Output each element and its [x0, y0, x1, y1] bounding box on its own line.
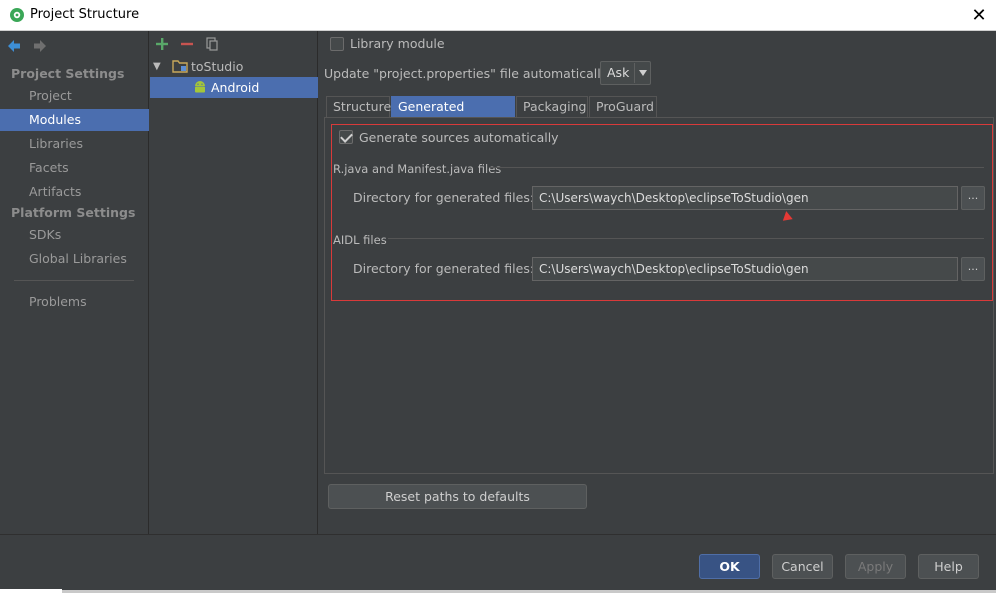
sidebar-item-artifacts[interactable]: Artifacts	[0, 181, 149, 203]
sidebar-item-modules[interactable]: Modules	[0, 109, 149, 131]
sidebar-item-facets[interactable]: Facets	[0, 157, 149, 179]
rjava-group-divider	[490, 167, 984, 168]
generate-sources-checkbox[interactable]	[339, 130, 353, 144]
aidl-dir-field[interactable]: C:\Users\waych\Desktop\eclipseToStudio\g…	[532, 257, 958, 281]
sidebar-divider	[14, 280, 134, 281]
rjava-browse-button[interactable]: ...	[961, 186, 985, 210]
title-bar: Project Structure ✕	[0, 0, 996, 31]
rjava-dir-field[interactable]: C:\Users\waych\Desktop\eclipseToStudio\g…	[532, 186, 958, 210]
apply-button[interactable]: Apply	[845, 554, 906, 579]
footer-divider	[0, 534, 996, 535]
help-button[interactable]: Help	[918, 554, 979, 579]
aidl-dir-label: Directory for generated files:	[353, 261, 535, 276]
tab-proguard[interactable]: ProGuard	[589, 96, 657, 118]
tab-packaging[interactable]: Packaging	[516, 96, 588, 118]
tab-generated-sources[interactable]: Generated Sources	[391, 96, 515, 134]
library-module-checkbox[interactable]	[330, 37, 344, 51]
platform-settings-header: Platform Settings	[11, 205, 136, 220]
tree-node-label: toStudio	[191, 59, 244, 74]
module-tree-panel	[150, 31, 318, 534]
tree-node-label: Android	[211, 80, 260, 95]
remove-icon[interactable]	[179, 36, 195, 52]
generate-sources-label: Generate sources automatically	[359, 130, 559, 145]
sidebar-item-global-libraries[interactable]: Global Libraries	[0, 248, 149, 270]
rjava-dir-label: Directory for generated files:	[353, 190, 535, 205]
tab-structure[interactable]: Structure	[326, 96, 391, 118]
sidebar-item-sdks[interactable]: SDKs	[0, 224, 149, 246]
reset-paths-button[interactable]: Reset paths to defaults	[328, 484, 587, 509]
dropdown-value: Ask	[607, 65, 630, 80]
mouse-pointer-marker	[781, 210, 793, 221]
android-icon	[195, 81, 205, 93]
library-module-label: Library module	[350, 36, 445, 51]
update-properties-dropdown[interactable]: Ask	[600, 61, 651, 85]
aidl-group-title: AIDL files	[333, 233, 387, 247]
ok-button[interactable]: OK	[699, 554, 760, 579]
module-folder-icon	[172, 60, 188, 73]
back-arrow-icon[interactable]	[6, 38, 22, 54]
aidl-group-divider	[388, 238, 984, 239]
add-icon[interactable]	[154, 36, 170, 52]
tree-node-android[interactable]: Android	[150, 77, 318, 98]
sidebar-item-project[interactable]: Project	[0, 85, 149, 107]
chevron-down-icon[interactable]	[634, 63, 650, 83]
cancel-button[interactable]: Cancel	[772, 554, 833, 579]
update-properties-label: Update "project.properties" file automat…	[324, 66, 612, 81]
copy-icon[interactable]	[204, 36, 220, 52]
tree-node-tostudio[interactable]: ▼ toStudio	[150, 56, 318, 77]
sidebar-item-problems[interactable]: Problems	[0, 291, 149, 313]
aidl-browse-button[interactable]: ...	[961, 257, 985, 281]
close-icon[interactable]: ✕	[968, 4, 990, 26]
project-settings-header: Project Settings	[11, 66, 125, 81]
sidebar-item-libraries[interactable]: Libraries	[0, 133, 149, 155]
window-title: Project Structure	[30, 7, 140, 22]
android-studio-icon	[10, 8, 24, 22]
rjava-group-title: R.java and Manifest.java files	[333, 162, 502, 176]
window-bottom-edge-segment	[0, 589, 62, 593]
expand-triangle-icon[interactable]: ▼	[153, 56, 161, 77]
forward-arrow-icon[interactable]	[32, 38, 48, 54]
